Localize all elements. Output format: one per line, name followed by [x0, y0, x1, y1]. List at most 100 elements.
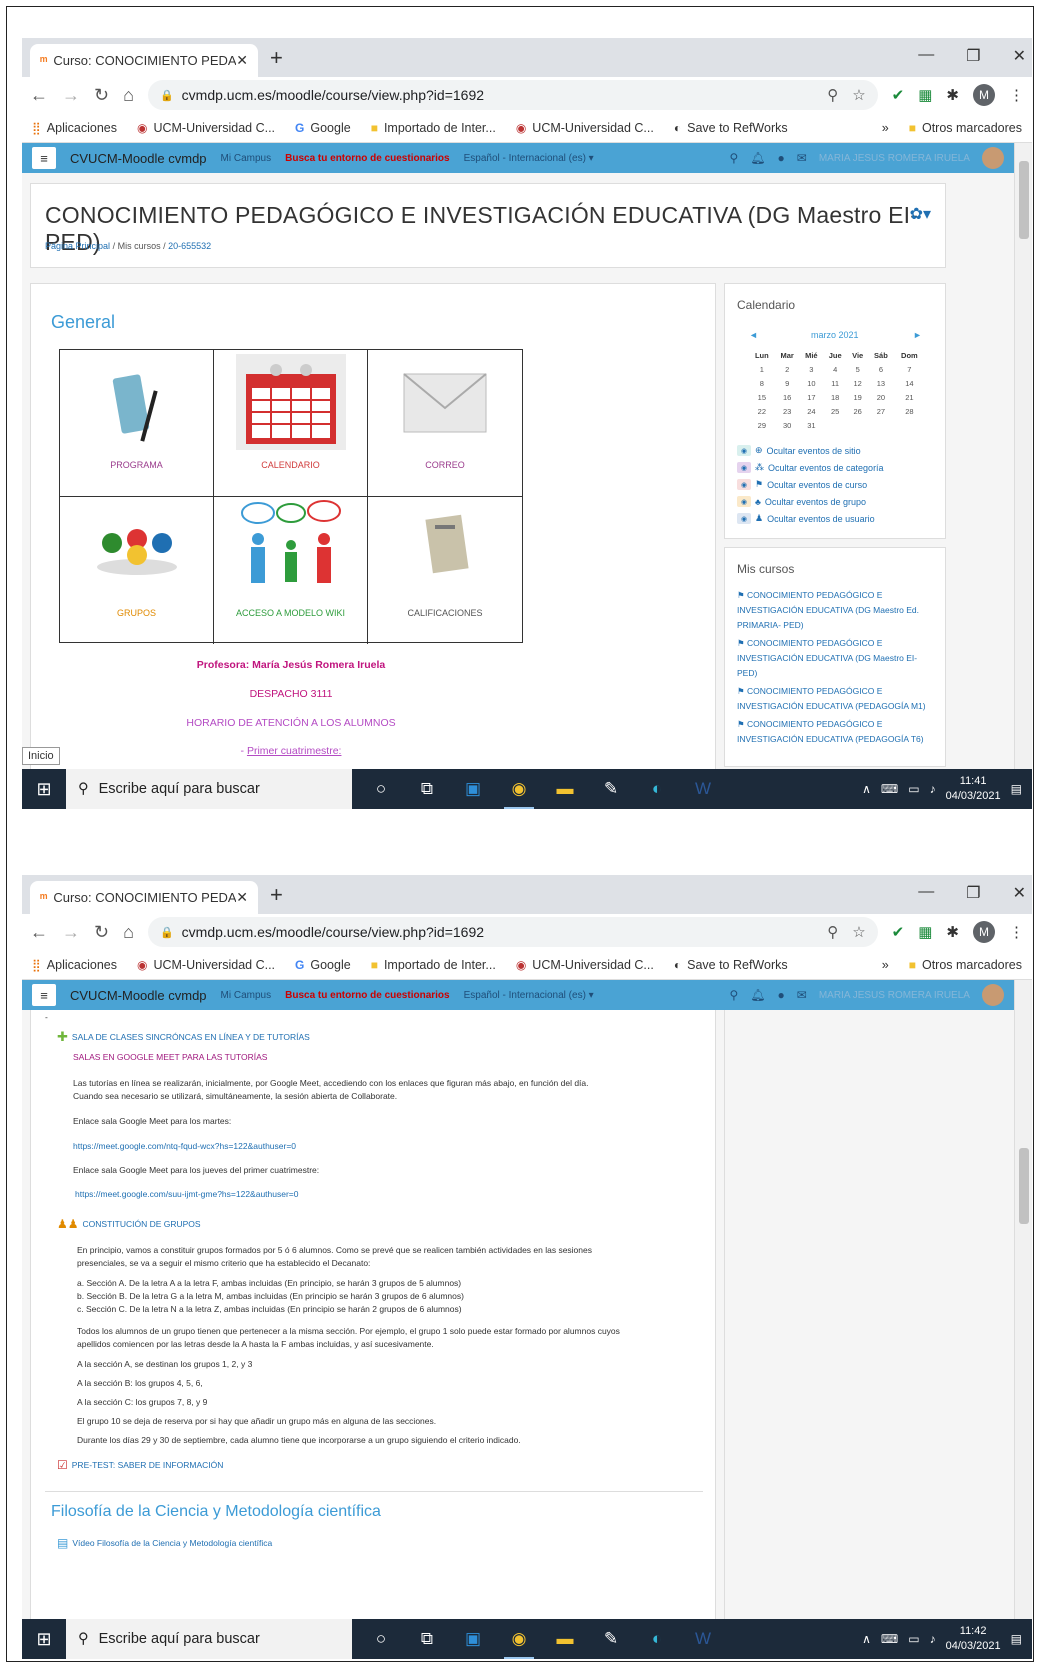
browser-tab[interactable]: ᵐ Curso: CONOCIMIENTO PEDAGÓ ✕	[30, 44, 258, 77]
chat-icon[interactable]: ●	[778, 151, 785, 165]
file-explorer-icon[interactable]: ▬	[542, 1619, 588, 1659]
mail-icon[interactable]: ✉	[797, 151, 807, 165]
address-bar[interactable]: 🔒 cvmdp.ucm.es/moodle/course/view.php?id…	[147, 80, 878, 110]
profile-avatar[interactable]: M	[973, 84, 995, 106]
check-extension-icon[interactable]: ✔	[892, 86, 905, 104]
sheets-extension-icon[interactable]: ▦	[918, 86, 932, 104]
bookmark-other[interactable]: ■ Otros marcadores	[909, 958, 1022, 972]
bookmark-refworks[interactable]: ◐ Save to RefWorks	[674, 121, 788, 135]
filter-group-events[interactable]: ◉ ♣ Ocultar eventos de grupo	[737, 493, 884, 510]
taskbar-search[interactable]: ⚲ Escribe aquí para buscar	[66, 769, 352, 809]
back-icon[interactable]: ←	[30, 85, 48, 106]
reload-icon[interactable]: ↻	[94, 85, 109, 106]
search-icon[interactable]: ⚲	[729, 988, 738, 1002]
word-icon[interactable]: W	[680, 769, 726, 809]
filter-course-events[interactable]: ◉ ⚑ Ocultar eventos de curso	[737, 476, 884, 493]
scrollbar-thumb[interactable]	[1019, 1148, 1029, 1224]
paint-icon[interactable]: ✎	[588, 1619, 634, 1659]
course-link[interactable]: ⚑ CONOCIMIENTO PEDAGÓGICO E INVESTIGACIÓ…	[737, 684, 933, 714]
user-avatar[interactable]	[981, 984, 1004, 1006]
check-extension-icon[interactable]: ✔	[892, 923, 905, 941]
outlook-icon[interactable]: ▣	[450, 769, 496, 809]
bookmark-google[interactable]: G Google	[295, 121, 351, 135]
user-name[interactable]: MARIA JESUS ROMERA IRUELA	[819, 990, 970, 1001]
filter-category-events[interactable]: ◉ ⁂ Ocultar eventos de categoría	[737, 459, 884, 476]
edge-icon[interactable]: ◐	[634, 769, 680, 809]
jueves-meet-link[interactable]: https://meet.google.com/suu-ijmt-gme?hs=…	[75, 1188, 299, 1201]
bookmarks-more[interactable]: »	[882, 121, 889, 135]
cortana-icon[interactable]: ○	[358, 1619, 404, 1659]
page-scrollbar[interactable]	[1014, 143, 1032, 807]
quiz-search-link[interactable]: Busca tu entorno de cuestionarios	[285, 153, 449, 164]
home-icon[interactable]: ⌂	[123, 85, 134, 106]
next-month-icon[interactable]: ►	[913, 330, 922, 340]
restore-icon[interactable]: ❐	[966, 46, 980, 66]
notifications-icon[interactable]: ▤	[1011, 1632, 1022, 1646]
forward-icon[interactable]: →	[62, 85, 80, 106]
breadcrumb-home[interactable]: Página Principal	[45, 241, 110, 251]
restore-icon[interactable]: ❐	[966, 883, 980, 903]
notifications-icon[interactable]: ▤	[1011, 782, 1022, 796]
bookmark-ucm-2[interactable]: ◉ UCM-Universidad C...	[516, 958, 654, 972]
chrome-icon[interactable]: ◉	[496, 1619, 542, 1659]
first-term-link[interactable]: Primer cuatrimestre:	[247, 745, 342, 757]
bookmark-imported[interactable]: ■ Importado de Inter...	[371, 121, 496, 135]
ime-icon[interactable]: ⌨	[881, 782, 898, 796]
task-view-icon[interactable]: ⧉	[404, 769, 450, 809]
video-activity[interactable]: ▤ Vídeo Filosofía de la Ciencia y Metodol…	[57, 1536, 272, 1550]
volume-icon[interactable]: ♪	[930, 782, 936, 796]
tile-wiki[interactable]: ACCESO A MODELO WIKI	[214, 497, 368, 644]
bookmark-google[interactable]: G Google	[295, 958, 351, 972]
edge-icon[interactable]: ◐	[634, 1619, 680, 1659]
menu-kebab-icon[interactable]: ⋮	[1009, 86, 1024, 104]
menu-kebab-icon[interactable]: ⋮	[1009, 923, 1024, 941]
windows-start-icon[interactable]: ⊞	[22, 769, 66, 809]
taskbar-search[interactable]: ⚲ Escribe aquí para buscar	[66, 1619, 352, 1659]
minimize-icon[interactable]: —	[918, 883, 934, 903]
sheets-extension-icon[interactable]: ▦	[918, 923, 932, 941]
user-name[interactable]: MARIA JESUS ROMERA IRUELA	[819, 153, 970, 164]
network-icon[interactable]: ▭	[908, 1632, 919, 1646]
scrollbar-thumb[interactable]	[1019, 161, 1029, 239]
quiz-search-link[interactable]: Busca tu entorno de cuestionarios	[285, 990, 449, 1001]
bookmark-refworks[interactable]: ◐ Save to RefWorks	[674, 958, 788, 972]
paint-icon[interactable]: ✎	[588, 769, 634, 809]
reload-icon[interactable]: ↻	[94, 922, 109, 943]
outlook-icon[interactable]: ▣	[450, 1619, 496, 1659]
mail-icon[interactable]: ✉	[797, 988, 807, 1002]
browser-tab[interactable]: ᵐ Curso: CONOCIMIENTO PEDAGÓ ✕	[30, 881, 258, 914]
minimize-icon[interactable]: —	[918, 46, 934, 66]
tile-correo[interactable]: CORREO	[368, 350, 522, 497]
clock[interactable]: 11:42 04/03/2021	[946, 1624, 1001, 1654]
back-icon[interactable]: ←	[30, 922, 48, 943]
my-campus-link[interactable]: Mi Campus	[221, 990, 272, 1001]
prev-month-icon[interactable]: ◄	[749, 330, 758, 340]
sala-activity[interactable]: ✚ SALA DE CLASES SINCRÓNCAS EN LÍNEA Y DE…	[57, 1029, 310, 1045]
my-campus-link[interactable]: Mi Campus	[221, 153, 272, 164]
site-brand[interactable]: CVUCM-Moodle cvmdp	[70, 151, 207, 166]
address-bar[interactable]: 🔒 cvmdp.ucm.es/moodle/course/view.php?id…	[147, 917, 878, 947]
bell-icon[interactable]: 🔔︎	[750, 151, 765, 165]
tile-grupos[interactable]: GRUPOS	[60, 497, 214, 644]
volume-icon[interactable]: ♪	[930, 1632, 936, 1646]
site-brand[interactable]: CVUCM-Moodle cvmdp	[70, 988, 207, 1003]
cortana-icon[interactable]: ○	[358, 769, 404, 809]
search-icon[interactable]: ⚲	[729, 151, 738, 165]
filter-site-events[interactable]: ◉ ⊕ Ocultar eventos de sitio	[737, 442, 884, 459]
martes-meet-link[interactable]: https://meet.google.com/ntq-fqud-wcx?hs=…	[73, 1140, 296, 1153]
bookmark-apps[interactable]: ⣿ Aplicaciones	[32, 121, 117, 135]
close-tab-icon[interactable]: ✕	[236, 52, 248, 69]
bookmark-apps[interactable]: ⣿ Aplicaciones	[32, 958, 117, 972]
puzzle-extension-icon[interactable]: ✱	[946, 923, 959, 941]
page-scrollbar[interactable]	[1014, 980, 1032, 1620]
profile-avatar[interactable]: M	[973, 921, 995, 943]
close-window-icon[interactable]: ✕	[1013, 883, 1026, 903]
bookmark-star-icon[interactable]: ☆	[852, 923, 865, 941]
hamburger-menu-icon[interactable]: ≡	[32, 984, 56, 1006]
language-menu[interactable]: Español - Internacional (es) ▾	[464, 153, 594, 164]
word-icon[interactable]: W	[680, 1619, 726, 1659]
course-link[interactable]: ⚑ CONOCIMIENTO PEDAGÓGICO E INVESTIGACIÓ…	[737, 588, 933, 633]
chat-icon[interactable]: ●	[778, 988, 785, 1002]
bookmark-star-icon[interactable]: ☆	[852, 86, 865, 104]
course-link[interactable]: ⚑ CONOCIMIENTO PEDAGÓGICO E INVESTIGACIÓ…	[737, 717, 933, 747]
